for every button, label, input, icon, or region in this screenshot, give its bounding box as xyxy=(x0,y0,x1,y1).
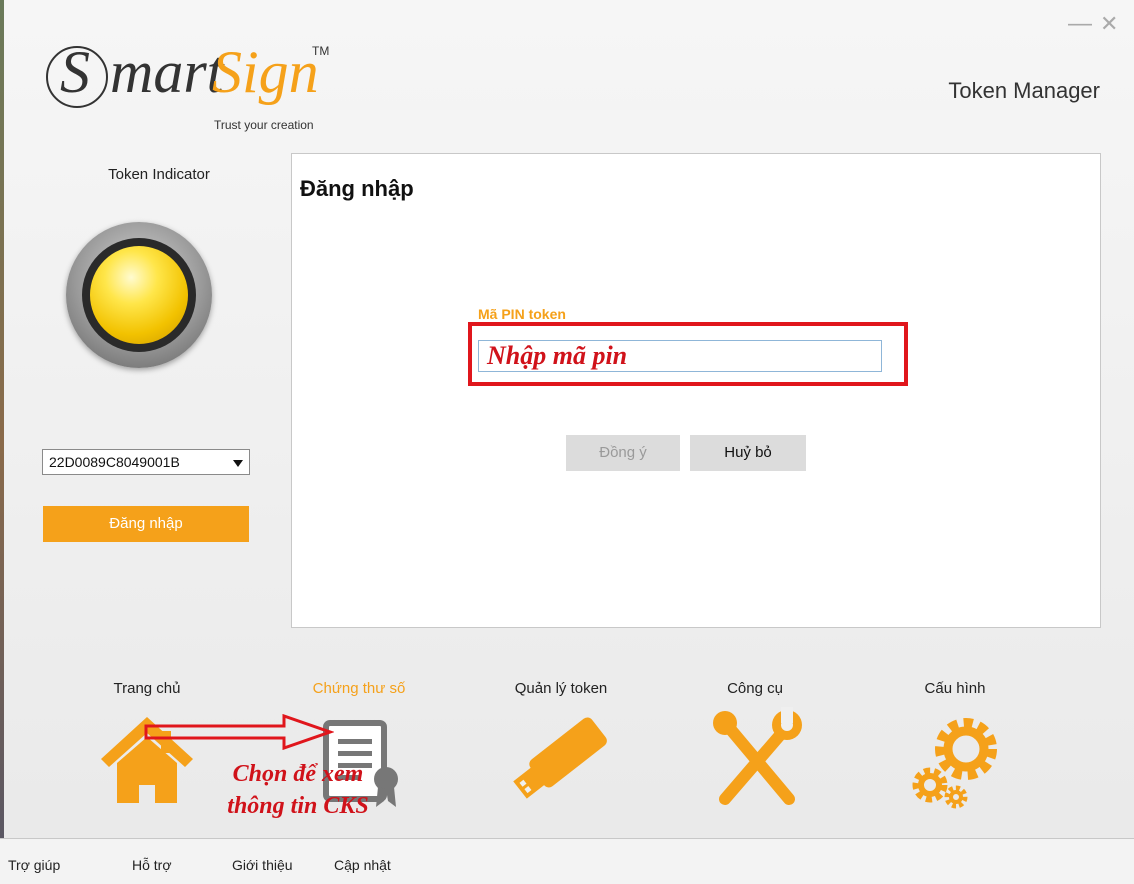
window-left-edge xyxy=(0,0,4,884)
logo-tagline: Trust your creation xyxy=(214,118,314,132)
cancel-button[interactable]: Huỷ bỏ xyxy=(690,435,806,471)
chevron-down-icon xyxy=(233,460,243,467)
nav-tools-label: Công cụ xyxy=(727,680,783,697)
token-manager-window: — ✕ S mart Sign TM Trust your creation T… xyxy=(0,0,1134,884)
nav-settings[interactable]: Cấu hình xyxy=(890,680,1020,813)
nav-token-manager-label: Quản lý token xyxy=(514,680,608,697)
update-link[interactable]: Cập nhật xyxy=(334,857,391,873)
pin-input-hint: Nhập mã pin xyxy=(487,341,628,370)
token-select[interactable]: 22D0089C8049001B xyxy=(42,449,250,475)
about-link[interactable]: Giới thiệu xyxy=(232,857,293,873)
sidebar-login-button[interactable]: Đăng nhập xyxy=(43,506,249,542)
pin-label: Mã PIN token xyxy=(478,306,566,322)
indicator-bulb xyxy=(90,246,188,344)
panel-title: Đăng nhập xyxy=(300,176,414,201)
app-title: Token Manager xyxy=(948,78,1100,103)
pin-input[interactable]: Nhập mã pin xyxy=(478,340,882,372)
status-bar: Trợ giúp Hỗ trợ Giới thiệu Cập nhật xyxy=(0,838,1134,884)
smartsign-logo: S mart Sign TM Trust your creation xyxy=(46,36,366,136)
help-link[interactable]: Trợ giúp xyxy=(8,857,60,873)
token-select-value: 22D0089C8049001B xyxy=(49,454,180,470)
token-indicator-light xyxy=(66,222,212,368)
nav-certificate-label: Chứng thư số xyxy=(312,680,406,697)
annotation-text: Chọn để xem thông tin CKS xyxy=(198,758,398,822)
annotation-line-2: thông tin CKS xyxy=(227,793,369,819)
minimize-button[interactable]: — xyxy=(1068,12,1092,36)
tools-icon xyxy=(713,707,802,805)
nav-token-manager[interactable]: Quản lý token xyxy=(496,680,626,813)
nav-settings-label: Cấu hình xyxy=(924,680,986,697)
ok-button[interactable]: Đồng ý xyxy=(566,435,680,471)
login-panel: Đăng nhập Mã PIN token Nhập mã pin Đồng … xyxy=(291,153,1101,628)
annotation-line-1: Chọn để xem xyxy=(232,761,364,787)
usb-token-icon xyxy=(513,717,607,799)
logo-trademark: TM xyxy=(312,44,330,58)
close-button[interactable]: ✕ xyxy=(1100,12,1118,36)
logo-mart: mart xyxy=(110,39,224,105)
token-indicator-label: Token Indicator xyxy=(108,166,210,183)
support-link[interactable]: Hỗ trợ xyxy=(132,857,172,873)
pin-highlight-box: Nhập mã pin xyxy=(468,322,908,386)
annotation-arrow xyxy=(144,714,334,750)
gears-icon xyxy=(912,718,997,809)
logo-sign: Sign xyxy=(212,39,319,105)
nav-tools[interactable]: Công cụ xyxy=(690,680,820,813)
logo-s-letter: S xyxy=(60,39,90,105)
nav-home-label: Trang chủ xyxy=(113,680,181,697)
